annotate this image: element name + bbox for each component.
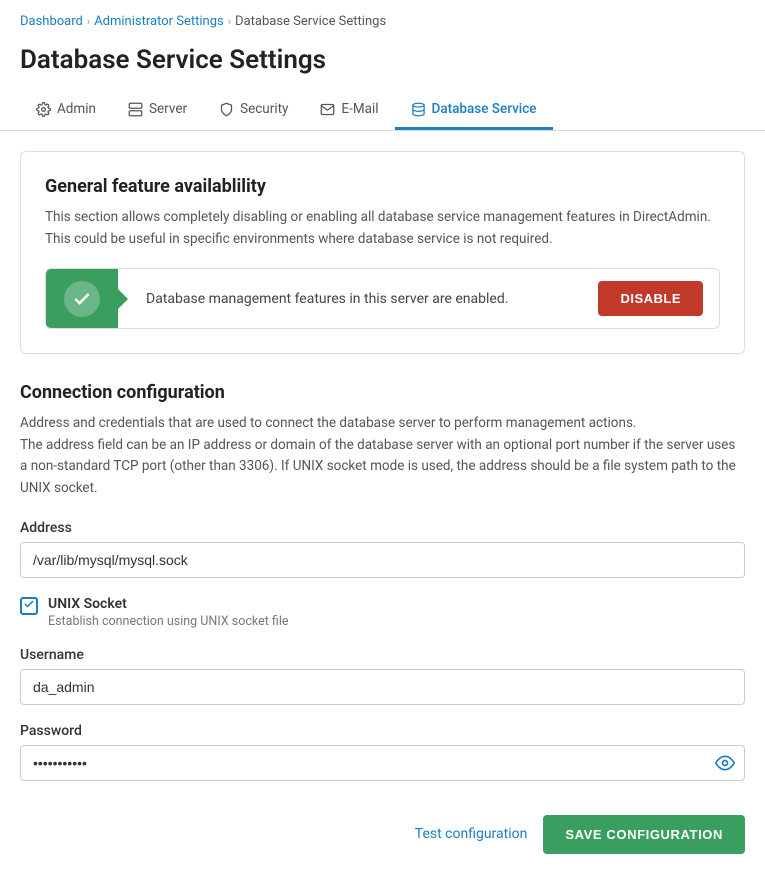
username-label: Username bbox=[20, 647, 745, 663]
status-text: Database management features in this ser… bbox=[146, 291, 508, 307]
tab-admin-label: Admin bbox=[57, 101, 96, 117]
footer-actions: Test configuration SAVE CONFIGURATION bbox=[20, 799, 745, 854]
tab-database-label: Database Service bbox=[432, 101, 537, 117]
breadcrumb-sep-1: › bbox=[87, 15, 90, 28]
unix-socket-label: UNIX Socket bbox=[48, 596, 289, 612]
general-section-desc: This section allows completely disabling… bbox=[45, 207, 720, 250]
main-content: General feature availablility This secti… bbox=[0, 131, 765, 884]
server-icon bbox=[128, 102, 143, 117]
checkmark-circle bbox=[64, 281, 100, 317]
connection-section: Connection configuration Address and cre… bbox=[20, 382, 745, 853]
general-section: General feature availablility This secti… bbox=[20, 151, 745, 354]
address-input[interactable] bbox=[20, 542, 745, 578]
tab-database[interactable]: Database Service bbox=[395, 91, 553, 130]
database-icon bbox=[411, 102, 426, 117]
unix-socket-label-block: UNIX Socket Establish connection using U… bbox=[48, 596, 289, 629]
status-icon-block bbox=[46, 269, 118, 328]
tab-email[interactable]: E-Mail bbox=[304, 91, 394, 130]
unix-socket-desc: Establish connection using UNIX socket f… bbox=[48, 614, 289, 629]
tab-security-label: Security bbox=[240, 101, 288, 117]
tab-server-label: Server bbox=[149, 101, 187, 117]
email-icon bbox=[320, 102, 335, 117]
general-section-title: General feature availablility bbox=[45, 176, 720, 197]
username-input[interactable] bbox=[20, 669, 745, 705]
connection-desc: Address and credentials that are used to… bbox=[20, 413, 745, 499]
disable-button[interactable]: DISABLE bbox=[598, 281, 703, 316]
tab-server[interactable]: Server bbox=[112, 91, 203, 130]
password-label: Password bbox=[20, 723, 745, 739]
admin-icon bbox=[36, 102, 51, 117]
status-message: Database management features in this ser… bbox=[118, 269, 582, 328]
connection-title: Connection configuration bbox=[20, 382, 745, 403]
password-wrapper bbox=[20, 745, 745, 781]
username-group: Username bbox=[20, 647, 745, 705]
breadcrumb-dashboard[interactable]: Dashboard bbox=[20, 14, 83, 29]
breadcrumb-admin-settings[interactable]: Administrator Settings bbox=[94, 14, 224, 29]
save-configuration-button[interactable]: SAVE CONFIGURATION bbox=[543, 815, 745, 854]
unix-socket-checkbox[interactable] bbox=[20, 597, 38, 615]
feature-status-block: Database management features in this ser… bbox=[45, 268, 720, 329]
password-input[interactable] bbox=[20, 745, 745, 781]
test-configuration-link[interactable]: Test configuration bbox=[415, 826, 528, 842]
tabs-nav: Admin Server Security E-Mail bbox=[0, 91, 765, 131]
tab-email-label: E-Mail bbox=[341, 101, 378, 117]
breadcrumb-current: Database Service Settings bbox=[235, 14, 386, 29]
page-title: Database Service Settings bbox=[20, 41, 745, 91]
address-label: Address bbox=[20, 520, 745, 536]
password-group: Password bbox=[20, 723, 745, 781]
breadcrumb-sep-2: › bbox=[228, 15, 231, 28]
security-icon bbox=[219, 102, 234, 117]
toggle-password-icon[interactable] bbox=[715, 753, 735, 773]
unix-socket-row: UNIX Socket Establish connection using U… bbox=[20, 596, 745, 629]
tab-security[interactable]: Security bbox=[203, 91, 304, 130]
checkbox-check-icon bbox=[23, 598, 35, 614]
breadcrumb: Dashboard › Administrator Settings › Dat… bbox=[20, 14, 745, 29]
address-group: Address bbox=[20, 520, 745, 578]
tab-admin[interactable]: Admin bbox=[20, 91, 112, 130]
